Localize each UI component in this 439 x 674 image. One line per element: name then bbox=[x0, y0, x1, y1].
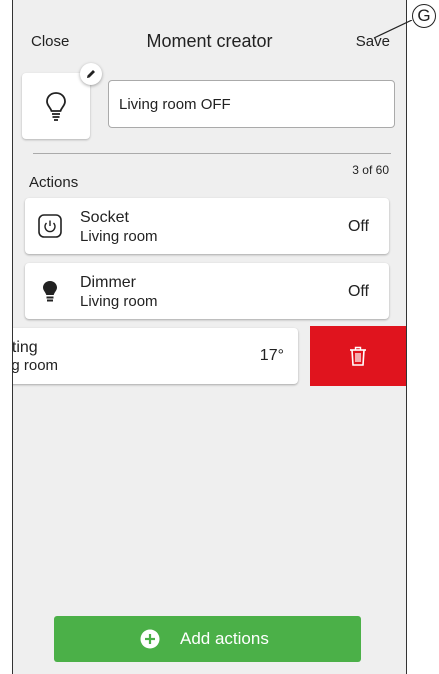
action-state: Off bbox=[347, 283, 369, 300]
action-count: 3 of 60 bbox=[352, 163, 389, 177]
add-actions-button[interactable]: Add actions bbox=[54, 616, 361, 662]
action-state: 17° bbox=[259, 347, 284, 364]
moment-creator-screen: Close Moment creator Save 3 of 60 Action… bbox=[12, 0, 407, 674]
action-device-name: Socket bbox=[80, 209, 129, 226]
socket-power-icon bbox=[38, 214, 62, 238]
delete-action-button[interactable] bbox=[310, 326, 406, 386]
callout-marker: G bbox=[412, 4, 436, 28]
pencil-icon bbox=[87, 70, 95, 78]
action-state: Off bbox=[347, 218, 369, 235]
moment-icon-button[interactable] bbox=[22, 73, 90, 139]
lightbulb-icon bbox=[46, 92, 66, 121]
divider bbox=[33, 153, 391, 154]
action-device-name: ating bbox=[12, 339, 38, 356]
callout-leader-line bbox=[373, 20, 413, 39]
action-room-name: Living room bbox=[80, 228, 158, 245]
actions-label: Actions bbox=[29, 174, 79, 191]
lightbulb-filled-icon bbox=[43, 281, 57, 302]
add-actions-label: Add actions bbox=[180, 629, 269, 648]
action-item-heating[interactable]: ating ng room 17° bbox=[12, 328, 298, 384]
plus-circle-icon bbox=[140, 629, 160, 649]
action-device-name: Dimmer bbox=[80, 274, 136, 291]
trash-icon bbox=[350, 346, 366, 366]
action-item-socket[interactable]: Socket Living room Off bbox=[25, 198, 389, 254]
moment-name-input[interactable] bbox=[108, 80, 395, 128]
page-title: Moment creator bbox=[146, 31, 273, 51]
action-room-name: ng room bbox=[12, 357, 59, 374]
edit-icon-button[interactable] bbox=[80, 63, 102, 85]
action-room-name: Living room bbox=[80, 293, 158, 310]
action-item-dimmer[interactable]: Dimmer Living room Off bbox=[25, 263, 389, 319]
